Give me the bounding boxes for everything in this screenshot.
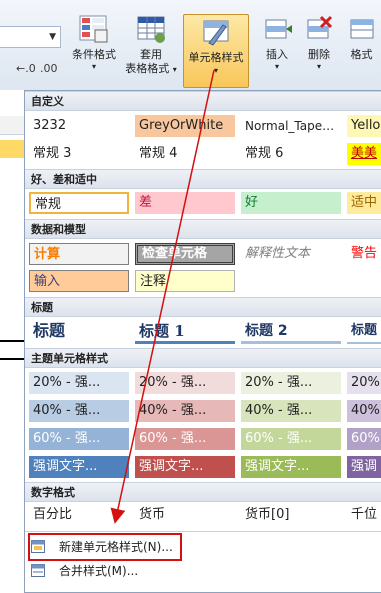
annotation-arrow bbox=[110, 69, 215, 524]
